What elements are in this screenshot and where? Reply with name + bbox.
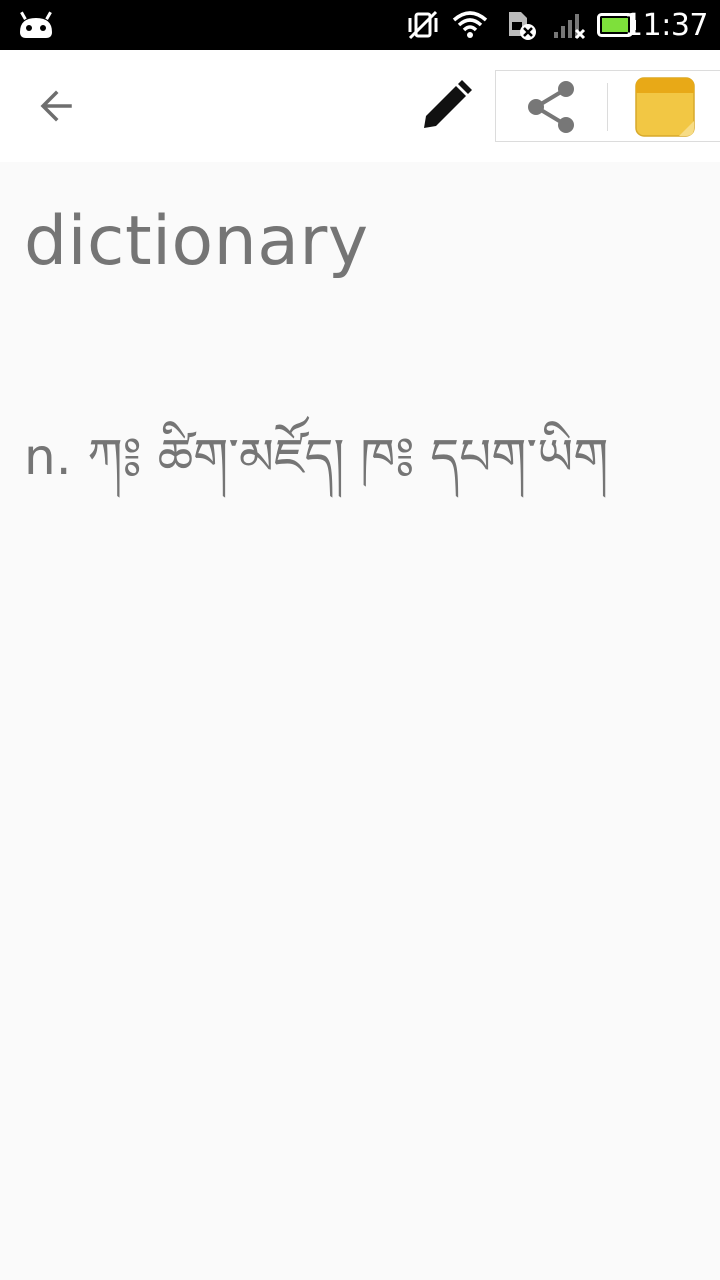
back-button[interactable] [24, 74, 88, 138]
entry-content: dictionary n. ཀ༔ ཚིག་མཛོད། ཁ༔ དཔག་ཡིག [0, 162, 720, 1280]
arrow-back-icon [40, 90, 72, 122]
wifi-icon [452, 0, 488, 50]
share-button[interactable] [518, 77, 584, 137]
notes-button[interactable] [635, 77, 695, 137]
signal-no-service-icon [550, 0, 588, 50]
entry-word: dictionary [24, 202, 369, 281]
sim-error-icon [503, 0, 539, 50]
status-bar: 11:37 [0, 0, 720, 50]
status-time: 11:37 [624, 8, 708, 43]
share-icon [528, 81, 574, 133]
sticky-note-icon [635, 77, 695, 137]
vibrate-off-icon [406, 0, 440, 50]
pencil-icon [424, 80, 472, 128]
action-panel [495, 70, 720, 142]
panel-divider [607, 83, 608, 131]
edit-button[interactable] [414, 74, 478, 138]
android-notification-icon [16, 0, 56, 50]
toolbar [0, 50, 720, 162]
entry-definition: n. ཀ༔ ཚིག་མཛོད། ཁ༔ དཔག་ཡིག [24, 428, 609, 486]
